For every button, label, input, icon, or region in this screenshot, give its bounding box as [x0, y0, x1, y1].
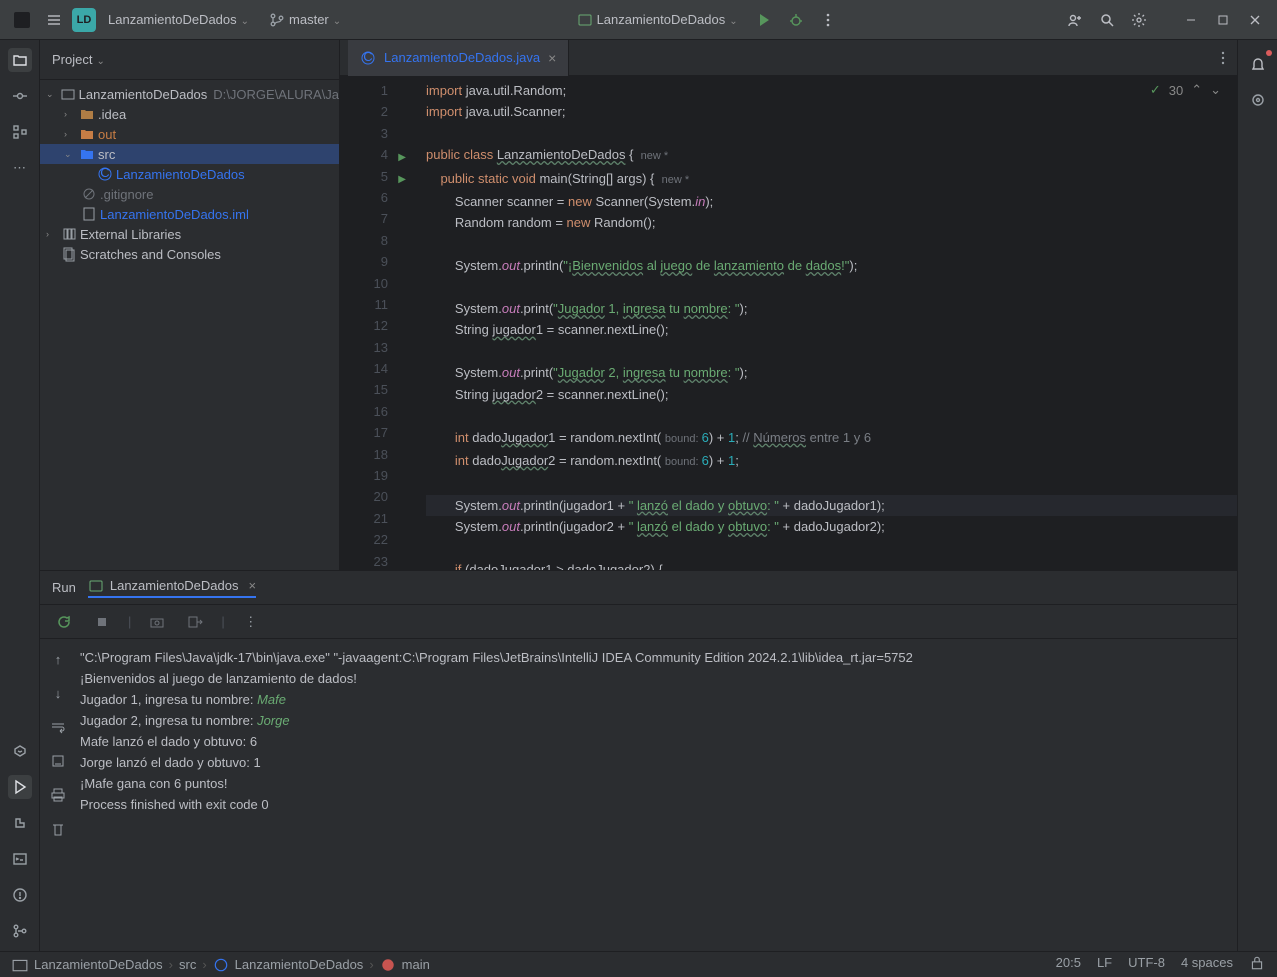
app-icon[interactable] [8, 6, 36, 34]
project-panel-title: Project [52, 52, 92, 67]
branch-icon [269, 12, 285, 28]
crumb-method[interactable]: main [402, 957, 430, 972]
inspection-widget[interactable]: ✓30 ⌃⌄ [1150, 82, 1221, 98]
run-config-icon [577, 12, 593, 28]
code-text[interactable]: import java.util.Random; import java.uti… [396, 76, 1237, 570]
run-tab-icon [88, 578, 104, 594]
project-dropdown[interactable]: LanzamientoDeDados [100, 6, 257, 34]
vcs-tool-icon[interactable] [8, 919, 32, 943]
ai-assistant-icon[interactable] [1246, 88, 1270, 112]
exit-button[interactable] [183, 610, 207, 634]
breadcrumbs[interactable]: LanzamientoDeDados› src› LanzamientoDeDa… [12, 957, 430, 973]
build-tool-icon[interactable] [8, 811, 32, 835]
tree-out[interactable]: ›out [40, 124, 339, 144]
tree-external-libs[interactable]: ›External Libraries [40, 224, 339, 244]
maximize-button[interactable] [1209, 6, 1237, 34]
screenshot-button[interactable] [145, 610, 169, 634]
inspection-count: 30 [1169, 83, 1183, 98]
indent[interactable]: 4 spaces [1181, 955, 1233, 974]
svg-text:C: C [100, 166, 109, 180]
crumb-project[interactable]: LanzamientoDeDados [34, 957, 163, 972]
left-tool-strip: ⋯ [0, 40, 40, 951]
structure-tool-icon[interactable] [8, 120, 32, 144]
problems-tool-icon[interactable] [8, 883, 32, 907]
more-actions-button[interactable] [814, 6, 842, 34]
close-run-tab-icon[interactable]: × [249, 578, 257, 593]
status-bar: LanzamientoDeDados› src› LanzamientoDeDa… [0, 951, 1277, 977]
settings-icon[interactable] [1125, 6, 1153, 34]
down-stack-icon[interactable]: ↓ [46, 681, 70, 705]
run-tab[interactable]: LanzamientoDeDados × [88, 578, 256, 598]
soft-wrap-icon[interactable] [46, 715, 70, 739]
run-tool-icon[interactable] [8, 775, 32, 799]
run-panel: Run LanzamientoDeDados × | | ⋮ ↑ ↓ [40, 571, 1237, 951]
services-tool-icon[interactable] [8, 739, 32, 763]
console-side-tools: ↑ ↓ [40, 639, 76, 951]
editor-tab-label: LanzamientoDeDados.java [384, 50, 540, 65]
debug-button[interactable] [782, 6, 810, 34]
titlebar: LD LanzamientoDeDados master Lanzamiento… [0, 0, 1277, 40]
project-badge[interactable]: LD [72, 8, 96, 32]
tree-root[interactable]: ⌄LanzamientoDeDadosD:\JORGE\ALURA\Ja [40, 84, 339, 104]
encoding[interactable]: UTF-8 [1128, 955, 1165, 974]
up-stack-icon[interactable]: ↑ [46, 647, 70, 671]
console-more-icon[interactable]: ⋮ [239, 610, 263, 634]
console-toolbar: | | ⋮ [40, 605, 1237, 639]
close-window-button[interactable] [1241, 6, 1269, 34]
tree-gitignore[interactable]: .gitignore [40, 184, 339, 204]
run-config-name: LanzamientoDeDados [597, 12, 726, 27]
cursor-position[interactable]: 20:5 [1056, 955, 1081, 974]
run-config-dropdown[interactable]: LanzamientoDeDados [569, 6, 746, 34]
svg-text:C: C [363, 50, 372, 64]
code-area[interactable]: 1234▶5▶67891011121314151617181920212223 … [340, 76, 1237, 570]
run-button[interactable] [750, 6, 778, 34]
main-menu-icon[interactable] [40, 6, 68, 34]
terminal-tool-icon[interactable] [8, 847, 32, 871]
branch-name: master [289, 12, 329, 27]
line-separator[interactable]: LF [1097, 955, 1112, 974]
tree-iml[interactable]: LanzamientoDeDados.iml [40, 204, 339, 224]
close-tab-icon[interactable]: × [548, 50, 556, 66]
code-with-me-icon[interactable] [1061, 6, 1089, 34]
run-panel-header: Run LanzamientoDeDados × [40, 571, 1237, 605]
search-icon[interactable] [1093, 6, 1121, 34]
clear-icon[interactable] [46, 817, 70, 841]
commit-tool-icon[interactable] [8, 84, 32, 108]
crumb-class[interactable]: LanzamientoDeDados [235, 957, 364, 972]
branch-dropdown[interactable]: master [261, 6, 349, 34]
tree-idea[interactable]: ›.idea [40, 104, 339, 124]
run-label: Run [52, 580, 76, 595]
run-tab-label: LanzamientoDeDados [110, 578, 239, 593]
project-tool-icon[interactable] [8, 48, 32, 72]
gutter[interactable]: 1234▶5▶67891011121314151617181920212223 [340, 76, 396, 570]
more-tools-icon[interactable]: ⋯ [8, 156, 32, 180]
tree-scratches[interactable]: Scratches and Consoles [40, 244, 339, 264]
rerun-button[interactable] [52, 610, 76, 634]
editor: C LanzamientoDeDados.java × 1234▶5▶67891… [340, 40, 1237, 570]
project-panel: Project ⌄LanzamientoDeDadosD:\JORGE\ALUR… [40, 40, 340, 570]
console-output[interactable]: "C:\Program Files\Java\jdk-17\bin\java.e… [76, 639, 1237, 951]
editor-tab[interactable]: C LanzamientoDeDados.java × [348, 40, 569, 76]
notifications-icon[interactable] [1246, 52, 1270, 76]
tree-src[interactable]: ⌄src [40, 144, 339, 164]
java-class-icon: C [360, 50, 376, 66]
editor-tabs: C LanzamientoDeDados.java × [340, 40, 1237, 76]
editor-more-icon[interactable] [1209, 44, 1237, 72]
tree-java-file[interactable]: CLanzamientoDeDados [40, 164, 339, 184]
project-name: LanzamientoDeDados [108, 12, 237, 27]
stop-button[interactable] [90, 610, 114, 634]
right-tool-strip [1237, 40, 1277, 951]
project-tree[interactable]: ⌄LanzamientoDeDadosD:\JORGE\ALURA\Ja ›.i… [40, 80, 339, 570]
minimize-button[interactable] [1177, 6, 1205, 34]
scroll-end-icon[interactable] [46, 749, 70, 773]
crumb-src[interactable]: src [179, 957, 196, 972]
project-panel-header[interactable]: Project [40, 40, 339, 80]
print-icon[interactable] [46, 783, 70, 807]
readonly-lock-icon[interactable] [1249, 955, 1265, 974]
